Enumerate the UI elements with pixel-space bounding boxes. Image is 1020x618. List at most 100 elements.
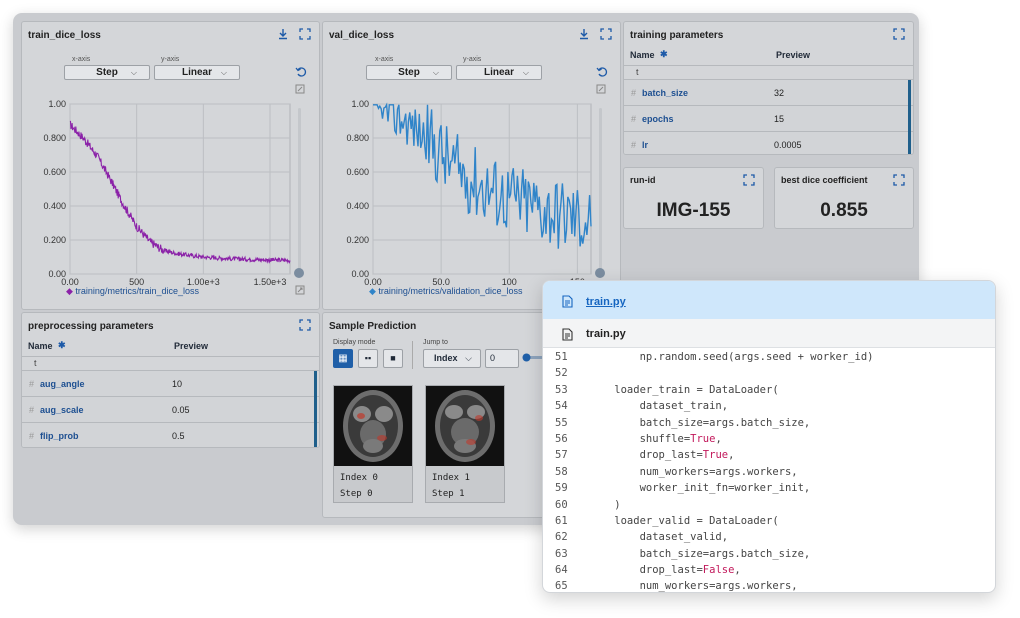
x-axis-value: Step (96, 67, 118, 78)
reset-icon[interactable] (596, 66, 608, 78)
zoom-icon[interactable] (295, 84, 305, 94)
val-legend[interactable]: ◆ training/metrics/validation_dice_loss (369, 286, 523, 297)
card-index: Index 0 (340, 473, 378, 483)
download-icon[interactable] (277, 28, 289, 40)
param-value: 32 (774, 88, 785, 98)
table-row[interactable]: # flip_prob 0.5 (22, 423, 319, 447)
slider-handle[interactable] (594, 267, 606, 279)
y-axis-value: Linear (181, 67, 212, 78)
line-text: num_workers=args.workers, (589, 465, 798, 478)
index-label: Index (340, 473, 368, 483)
jump-select[interactable]: Index ⌵ (423, 349, 481, 368)
file-link[interactable]: train.py (586, 296, 626, 308)
code-line: 55 batch_size=args.batch_size, (543, 415, 995, 431)
file-name: train.py (586, 328, 626, 340)
metric-value: 0.855 (820, 200, 868, 221)
filter-row[interactable]: t (624, 66, 913, 80)
table-row[interactable]: # lr 0.0005 (624, 132, 913, 154)
col-name[interactable]: Name (630, 50, 655, 60)
file-icon (562, 328, 573, 341)
sample-card[interactable]: Index 0 Step 0 (333, 385, 413, 503)
filter-text: t (636, 67, 639, 77)
download-icon[interactable] (578, 28, 590, 40)
line-number: 51 (555, 351, 568, 363)
code-body[interactable]: 51 np.random.seed(args.seed + worker_id)… (543, 349, 995, 592)
code-header: train.py (543, 319, 995, 348)
y-axis-label: y-axis (463, 56, 482, 63)
train-legend[interactable]: ◆ training/metrics/train_dice_loss (66, 286, 199, 297)
jump-input-value: 0 (490, 353, 496, 363)
reset-icon[interactable] (295, 66, 307, 78)
line-text: batch_size=args.batch_size, (589, 547, 811, 560)
chart-scrollbar[interactable] (599, 108, 602, 272)
display-mode-label: Display mode (333, 339, 376, 346)
jump-to-label: Jump to (423, 339, 448, 346)
chevron-down-icon: ⌵ (465, 353, 472, 363)
x-axis-select[interactable]: Step ⌵ (64, 65, 150, 80)
col-name[interactable]: Name (28, 341, 53, 351)
slider-handle[interactable] (293, 267, 305, 279)
table-row[interactable]: # epochs 15 (624, 106, 913, 132)
code-line: 56 shuffle=True, (543, 431, 995, 447)
y-axis-value: Linear (483, 67, 514, 78)
y-tick-label: 1.00 (351, 99, 369, 109)
code-tab[interactable]: train.py (543, 281, 995, 319)
line-number: 59 (555, 482, 568, 495)
zoom-icon[interactable] (596, 84, 606, 94)
single-mode-button[interactable]: ■ (383, 349, 403, 368)
panel-title: preprocessing parameters (28, 321, 154, 332)
line-text: drop_last=True, (589, 449, 735, 462)
code-line: 62 dataset_valid, (543, 529, 995, 545)
line-text: loader_train = DataLoader( (589, 383, 779, 396)
best-dice-card: best dice coefficient 0.855 (774, 167, 914, 229)
filter-row[interactable]: t (22, 357, 319, 371)
fullscreen-icon[interactable] (299, 28, 311, 40)
line-number: 60 (555, 498, 568, 511)
hash-icon: # (29, 379, 35, 389)
step-label: Step (432, 489, 454, 499)
grid-mode-button[interactable]: ▦ (333, 349, 353, 368)
jump-slider-handle[interactable] (522, 353, 531, 362)
y-tick-label: 0.600 (43, 167, 66, 177)
table-scrollbar[interactable] (908, 80, 911, 154)
table-row[interactable]: # batch_size 32 (624, 80, 913, 106)
sample-prediction-panel: Sample Prediction Display mode ▦ ▪▪ ■ Ju… (322, 312, 572, 518)
line-number: 53 (555, 383, 568, 396)
fullscreen-icon[interactable] (600, 28, 612, 40)
sample-card[interactable]: Index 1 Step 1 (425, 385, 505, 503)
fullscreen-icon[interactable] (299, 319, 311, 331)
legend-label: training/metrics/train_dice_loss (75, 286, 199, 296)
x-tick-label: 1.50e+3 (254, 277, 287, 287)
code-line: 57 drop_last=True, (543, 447, 995, 463)
table-row[interactable]: # aug_angle 10 (22, 371, 319, 397)
train-loss-chart[interactable]: 0.000.2000.4000.6000.8001.000.00 500 1.00e… (22, 82, 292, 292)
panel-title: train_dice_loss (28, 30, 101, 41)
y-axis-select[interactable]: Linear ⌵ (456, 65, 542, 80)
table-row[interactable]: # aug_scale 0.05 (22, 397, 319, 423)
metric-value: IMG-155 (656, 200, 731, 221)
card-step: Step 0 (340, 489, 373, 499)
line-text: loader_valid = DataLoader( (589, 514, 779, 527)
table-scrollbar[interactable] (314, 371, 317, 447)
fullscreen-icon[interactable] (893, 174, 905, 186)
gear-icon[interactable]: ✱ (58, 340, 66, 351)
gear-icon[interactable]: ✱ (660, 49, 668, 60)
jump-input[interactable]: 0 (485, 349, 519, 368)
fullscreen-icon[interactable] (893, 28, 905, 40)
line-text: dataset_valid, (589, 531, 729, 544)
card-step: Step 1 (432, 489, 465, 499)
line-number: 65 (555, 580, 568, 593)
compare-mode-button[interactable]: ▪▪ (358, 349, 378, 368)
param-name: lr (642, 140, 649, 150)
settings-small-icon[interactable] (295, 285, 305, 295)
y-axis-select[interactable]: Linear ⌵ (154, 65, 240, 80)
index-value: 0 (372, 473, 378, 483)
panel-title: val_dice_loss (329, 30, 395, 41)
col-preview: Preview (776, 50, 811, 60)
x-axis-select[interactable]: Step ⌵ (366, 65, 452, 80)
line-number: 55 (555, 416, 568, 429)
chart-scrollbar[interactable] (298, 108, 301, 272)
fullscreen-icon[interactable] (743, 174, 755, 186)
val-loss-chart[interactable]: 0.000.2000.4000.6000.8001.000.0050.01001… (323, 82, 593, 292)
jump-select-value: Index (434, 353, 458, 363)
